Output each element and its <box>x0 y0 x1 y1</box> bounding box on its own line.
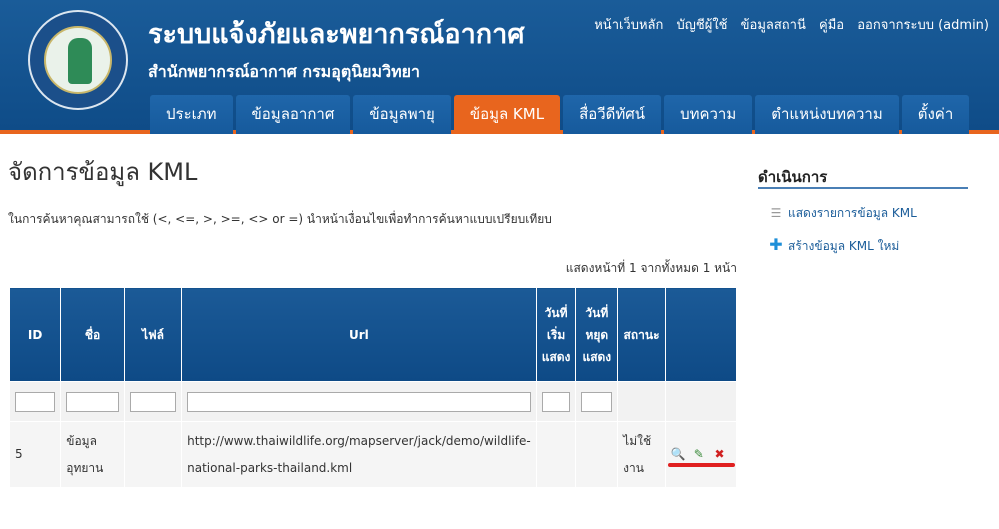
delete-icon[interactable]: ✖ <box>713 447 727 461</box>
tab-article-positions[interactable]: ตำแหน่งบทความ <box>755 95 899 134</box>
seal-figure <box>68 38 92 84</box>
filter-cell <box>8 381 62 422</box>
tab-category[interactable]: ประเภท <box>150 95 233 134</box>
column-header-file[interactable]: ไฟล์ <box>123 287 183 382</box>
filter-cell <box>617 381 666 422</box>
meteorological-department-seal-icon <box>28 10 128 110</box>
cell-id: 5 <box>8 421 62 488</box>
annotation-underline <box>668 463 735 467</box>
cell-start-date <box>535 421 577 488</box>
column-header-id[interactable]: ID <box>8 287 62 382</box>
sidebar-divider <box>758 187 968 189</box>
page-title: จัดการข้อมูล KML <box>8 158 198 186</box>
view-icon[interactable]: 🔍 <box>671 447 686 461</box>
filter-start-date-input[interactable] <box>541 391 571 412</box>
filter-cell <box>181 381 537 422</box>
sidebar-item-label: สร้างข้อมูล KML ใหม่ <box>788 239 900 253</box>
cell-status: ไม่ใช้ งาน <box>617 421 666 488</box>
tab-articles[interactable]: บทความ <box>664 95 753 134</box>
top-link-manual[interactable]: คู่มือ <box>819 18 844 33</box>
cell-name: ข้อมูล อุทยาน <box>60 421 125 488</box>
main-nav: ประเภท ข้อมูลอากาศ ข้อมูลพายุ ข้อมูล KML… <box>150 95 972 134</box>
tab-weather-data[interactable]: ข้อมูลอากาศ <box>235 95 351 134</box>
top-link-home[interactable]: หน้าเว็บหลัก <box>594 18 663 33</box>
tab-kml-data[interactable]: ข้อมูล KML <box>453 95 561 134</box>
list-icon: ☰ <box>770 206 782 220</box>
filter-cell <box>123 381 183 422</box>
filter-stop-date-input[interactable] <box>581 391 613 412</box>
column-header-url[interactable]: Url <box>181 287 537 382</box>
filter-cell <box>535 381 577 422</box>
cell-actions: 🔍 ✎ ✖ <box>664 421 738 488</box>
cell-stop-date <box>575 421 619 488</box>
sidebar-item-create-kml[interactable]: ✚ สร้างข้อมูล KML ใหม่ <box>768 235 899 256</box>
edit-icon[interactable]: ✎ <box>692 447 706 461</box>
filter-row <box>8 381 738 422</box>
column-header-stop-date[interactable]: วันที่ หยุด แสดง <box>575 287 619 382</box>
filter-file-input[interactable] <box>129 391 177 412</box>
site-header: ระบบแจ้งภัยและพยากรณ์อากาศ สำนักพยากรณ์อ… <box>0 0 999 134</box>
sidebar-title: ดำเนินการ <box>758 168 828 186</box>
seal-inner <box>44 26 112 94</box>
tab-storm-data[interactable]: ข้อมูลพายุ <box>353 95 451 134</box>
table-row: 5 ข้อมูล อุทยาน http://www.thaiwildlife.… <box>8 421 738 488</box>
filter-id-input[interactable] <box>15 391 56 412</box>
header-row: ID ชื่อ ไฟล์ Url วันที่ เริ่ม แสดง วันที… <box>8 287 738 382</box>
filter-cell <box>575 381 619 422</box>
filter-url-input[interactable] <box>187 391 531 412</box>
site-title: ระบบแจ้งภัยและพยากรณ์อากาศ <box>148 19 525 50</box>
top-link-account[interactable]: บัญชีผู้ใช้ <box>677 18 728 33</box>
cell-file <box>123 421 183 488</box>
top-links: หน้าเว็บหลัก บัญชีผู้ใช้ ข้อมูลสถานี คู่… <box>585 14 989 35</box>
column-header-name[interactable]: ชื่อ <box>60 287 125 382</box>
pager-summary: แสดงหน้าที่ 1 จากทั้งหมด 1 หน้า <box>565 261 737 275</box>
site-subtitle: สำนักพยากรณ์อากาศ กรมอุตุนิยมวิทยา <box>148 62 420 81</box>
column-header-status[interactable]: สถานะ <box>617 287 666 382</box>
kml-data-grid: ID ชื่อ ไฟล์ Url วันที่ เริ่ม แสดง วันที… <box>8 287 738 488</box>
tab-videos[interactable]: สื่อวีดีทัศน์ <box>563 95 662 134</box>
column-header-start-date[interactable]: วันที่ เริ่ม แสดง <box>535 287 577 382</box>
filter-name-input[interactable] <box>66 391 119 412</box>
tab-settings[interactable]: ตั้งค่า <box>901 95 970 134</box>
top-link-station-data[interactable]: ข้อมูลสถานี <box>741 18 806 33</box>
cell-url: http://www.thaiwildlife.org/mapserver/ja… <box>181 421 537 488</box>
sidebar-item-list-kml[interactable]: ☰ แสดงรายการข้อมูล KML <box>768 204 917 223</box>
filter-cell <box>664 381 738 422</box>
search-hint: ในการค้นหาคุณสามารถใช้ (<, <=, >, >=, <>… <box>8 212 552 226</box>
sidebar-item-label: แสดงรายการข้อมูล KML <box>788 206 917 220</box>
column-header-actions <box>664 287 738 382</box>
filter-cell <box>60 381 125 422</box>
add-icon: ✚ <box>769 235 783 254</box>
top-link-logout[interactable]: ออกจากระบบ (admin) <box>857 18 989 33</box>
